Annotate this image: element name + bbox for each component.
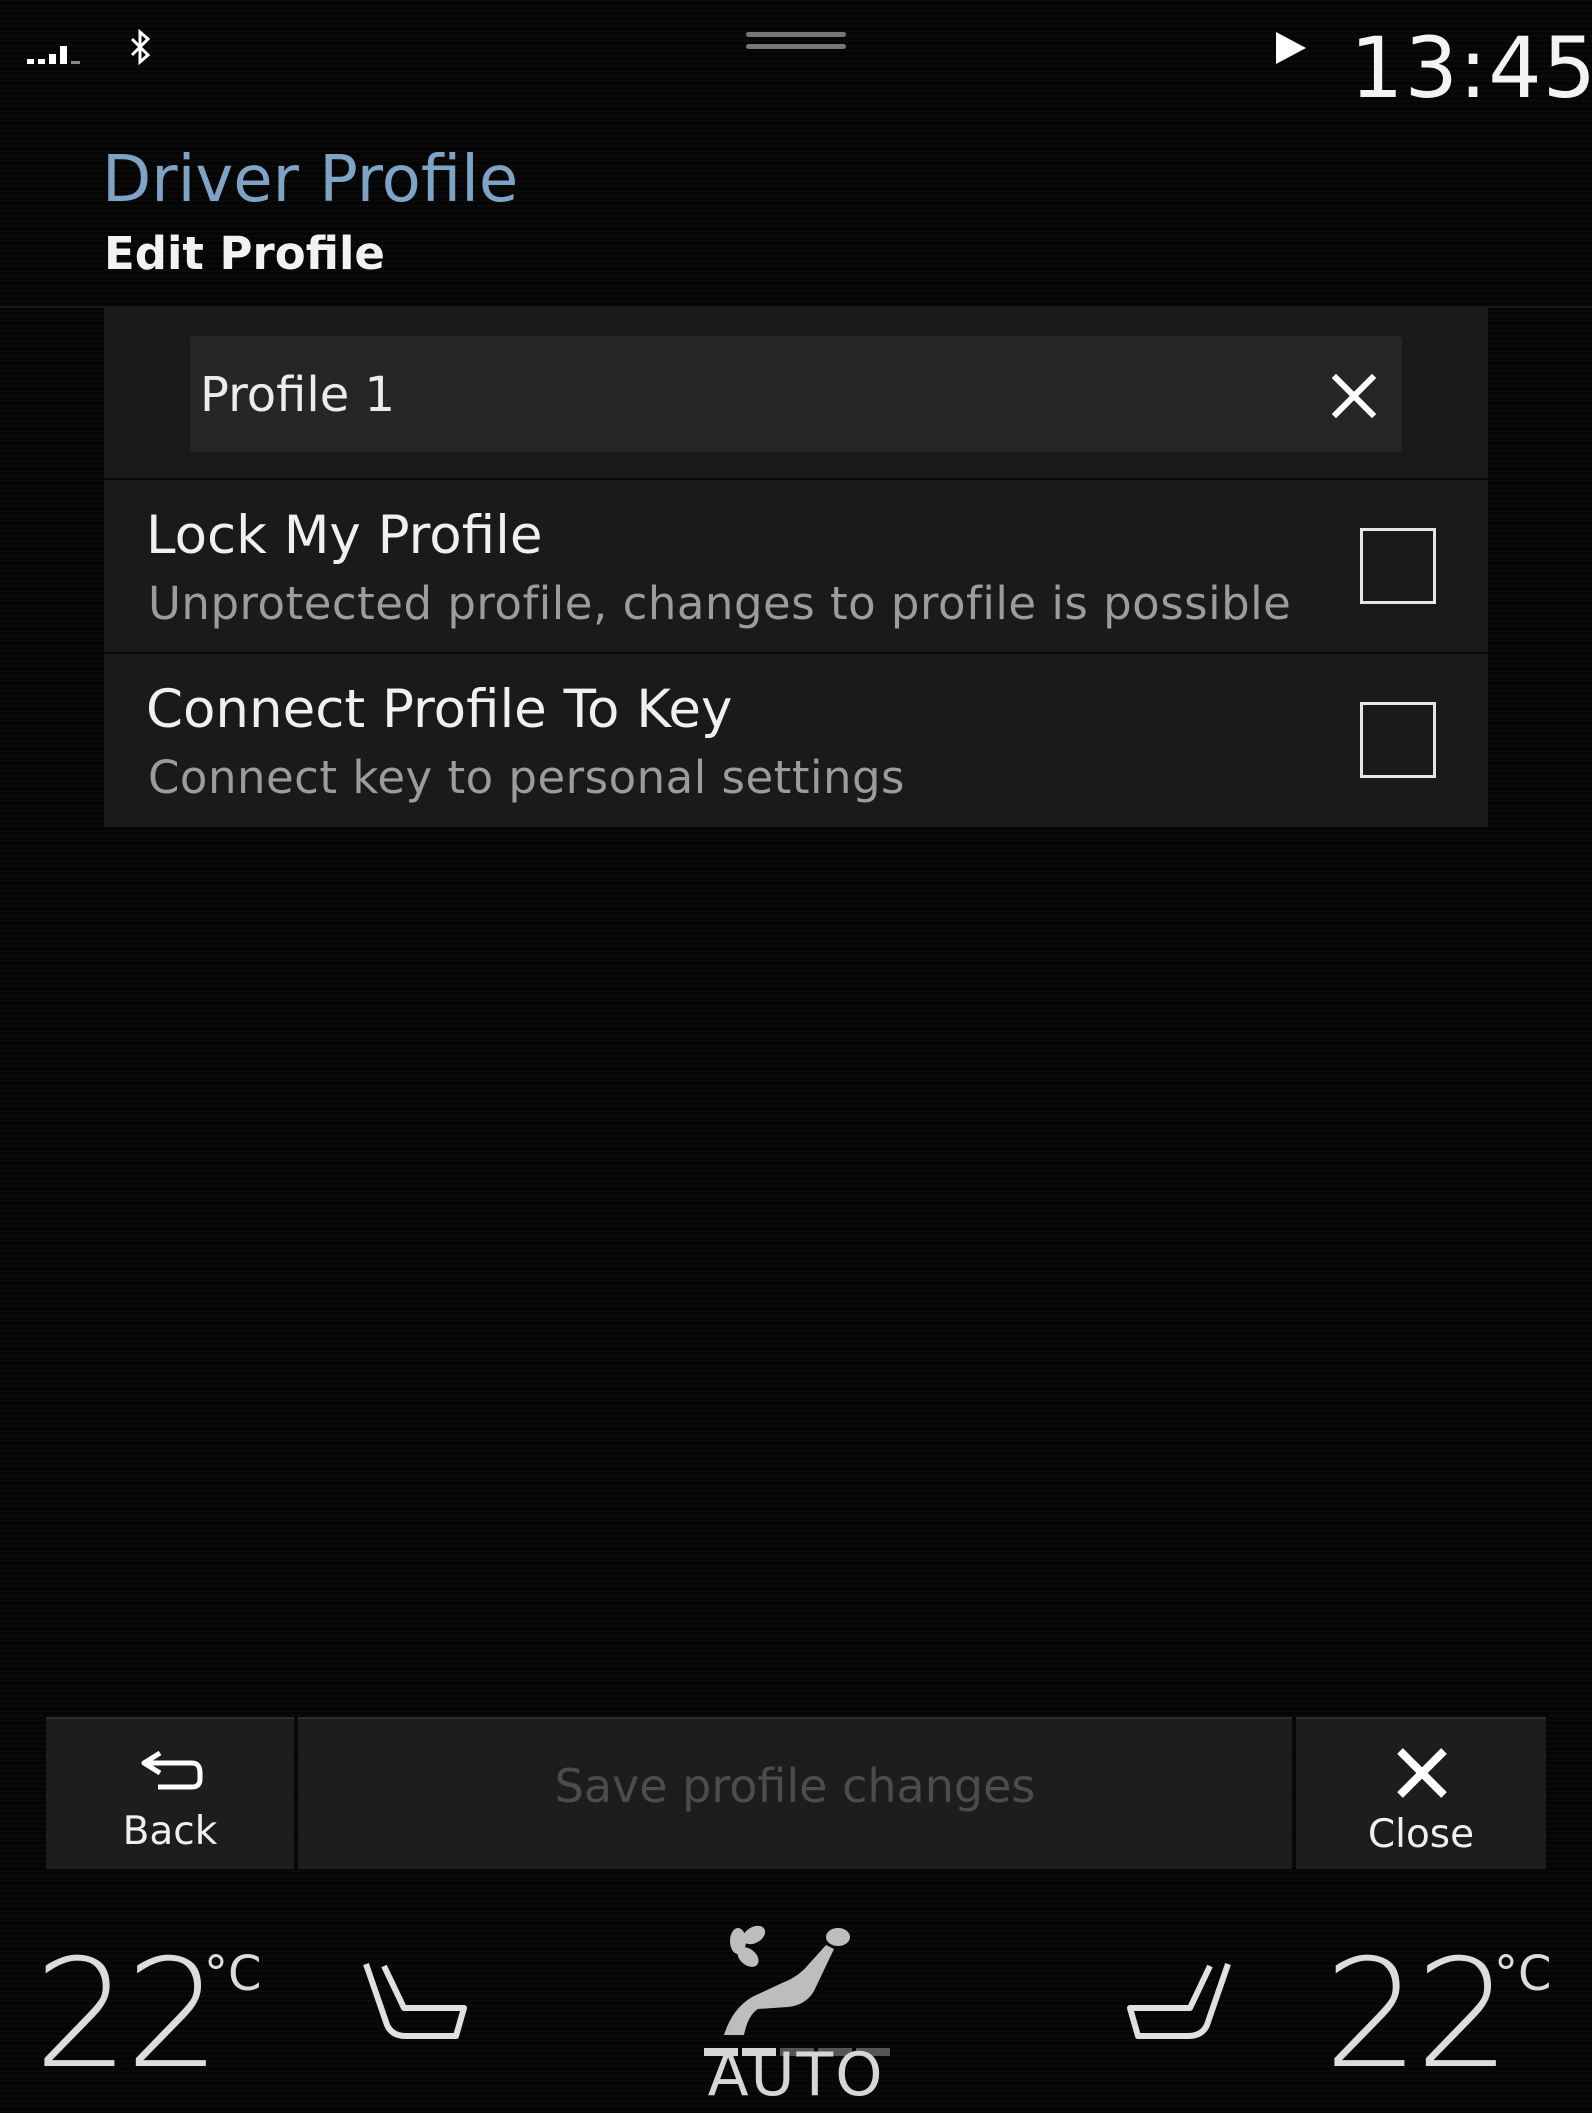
left-temperature-unit: °C — [204, 1946, 262, 2002]
back-button-label: Back — [122, 1809, 218, 1854]
connect-key-checkbox[interactable] — [1360, 702, 1436, 778]
divider — [104, 478, 1488, 480]
fan-airflow-icon[interactable] — [718, 1925, 858, 2043]
play-icon[interactable] — [1274, 30, 1308, 66]
right-temperature[interactable]: 22 — [1324, 1940, 1511, 2090]
connect-key-title[interactable]: Connect Profile To Key — [146, 677, 732, 743]
drag-handle-icon[interactable] — [746, 32, 846, 56]
lock-profile-title[interactable]: Lock My Profile — [146, 503, 542, 569]
close-icon — [1397, 1748, 1447, 1798]
back-arrow-icon — [141, 1750, 203, 1790]
divider — [104, 652, 1488, 654]
close-icon[interactable] — [1332, 374, 1376, 418]
close-button-label: Close — [1367, 1812, 1475, 1857]
save-button[interactable]: Save profile changes — [298, 1717, 1292, 1869]
connect-key-description: Connect key to personal settings — [148, 751, 906, 804]
seat-heating-right-icon[interactable] — [1124, 1960, 1234, 2050]
lock-profile-checkbox[interactable] — [1360, 528, 1436, 604]
page-subtitle: Edit Profile — [104, 227, 385, 280]
seat-heating-left-icon[interactable] — [360, 1960, 470, 2050]
lock-profile-description: Unprotected profile, changes to profile … — [148, 577, 1292, 630]
profile-name-value: Profile 1 — [200, 367, 396, 423]
back-button[interactable]: Back — [46, 1717, 294, 1869]
right-temperature-unit: °C — [1494, 1946, 1552, 2002]
close-button[interactable]: Close — [1296, 1717, 1546, 1869]
save-button-label: Save profile changes — [554, 1759, 1036, 1813]
page-title: Driver Profile — [102, 143, 519, 217]
signal-strength-icon — [27, 44, 80, 64]
bluetooth-icon — [130, 28, 151, 66]
clock: 13:45 — [1350, 19, 1592, 117]
